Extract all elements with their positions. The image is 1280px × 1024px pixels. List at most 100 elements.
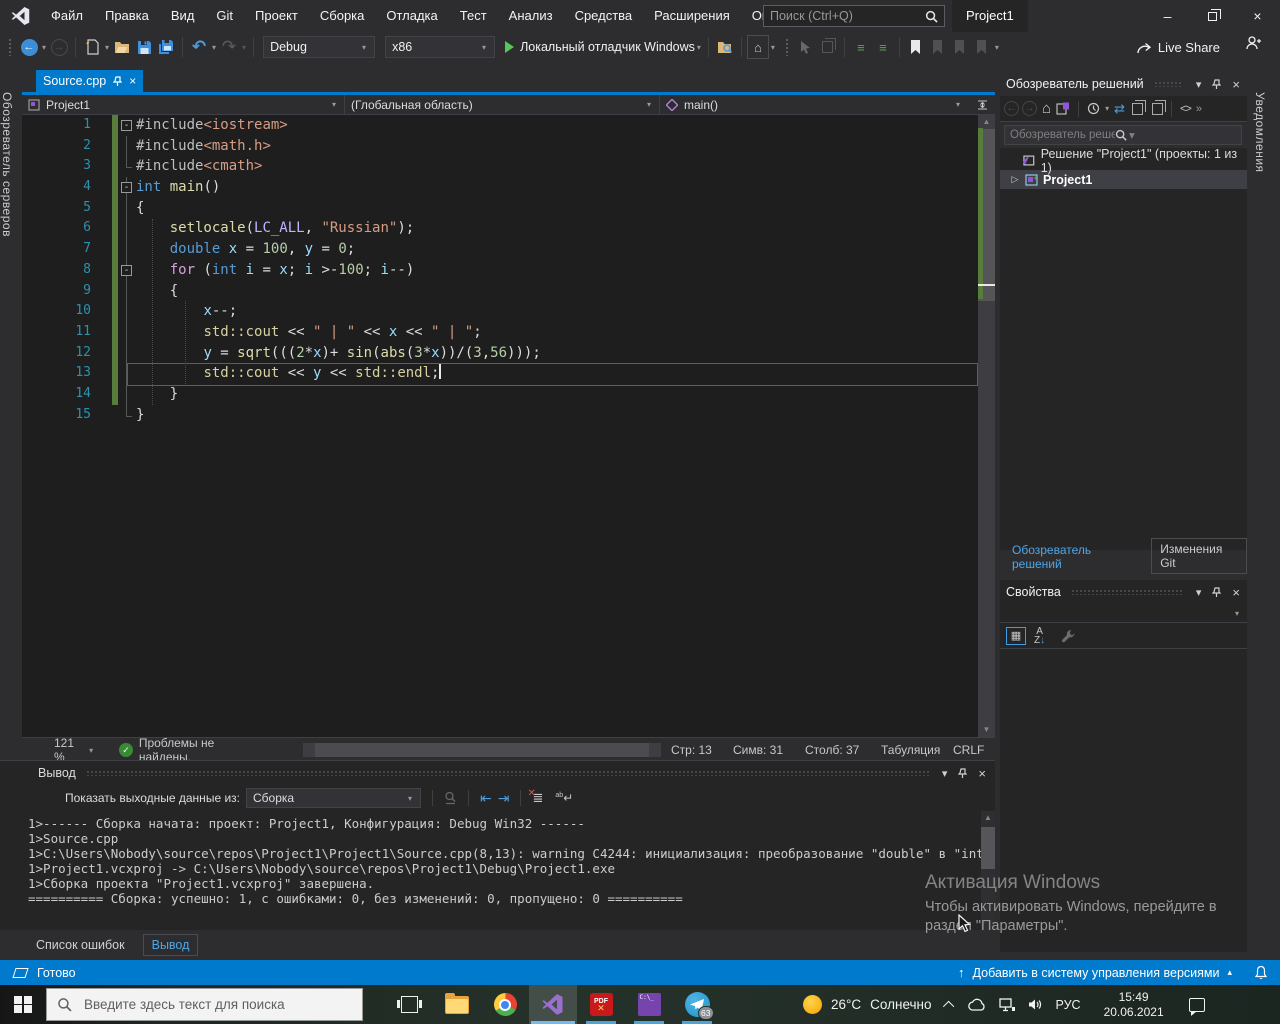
column-indicator[interactable]: Столб: 37: [805, 743, 881, 757]
code-line-13[interactable]: 13 std::cout << y << std::endl;: [22, 363, 995, 386]
code-line-15[interactable]: 15}: [22, 404, 995, 426]
properties-object-dropdown[interactable]: ▾: [1000, 604, 1247, 623]
code-line-11[interactable]: 11 std::cout << " | " << x << " | ";: [22, 321, 995, 343]
new-file-dropdown-icon[interactable]: ▾: [105, 43, 109, 52]
console-app-button[interactable]: [625, 985, 673, 1024]
notifications-bell-icon[interactable]: [1254, 965, 1268, 980]
weather-widget[interactable]: 26°C Солнечно: [803, 995, 932, 1014]
sync-with-active-document-icon[interactable]: ⇄: [1114, 101, 1125, 117]
refresh-icon[interactable]: [1131, 99, 1146, 115]
scroll-up-icon[interactable]: ▲: [978, 115, 995, 129]
menu-Проект[interactable]: Проект: [244, 0, 309, 32]
collapse-all-icon[interactable]: [1151, 99, 1166, 115]
start-button[interactable]: [0, 985, 46, 1024]
editor-horizontal-scrollbar[interactable]: [302, 743, 661, 757]
filter-dropdown-icon[interactable]: ▾: [1105, 104, 1109, 113]
tab-git-changes[interactable]: Изменения Git: [1151, 538, 1247, 574]
language-indicator[interactable]: РУС: [1056, 998, 1081, 1012]
action-center-icon[interactable]: [1188, 997, 1205, 1016]
save-button[interactable]: [133, 35, 155, 59]
menu-Анализ[interactable]: Анализ: [498, 0, 564, 32]
tabs-indicator[interactable]: Табуляция: [881, 743, 953, 757]
code-line-3[interactable]: 3 #include<cmath>: [22, 156, 995, 178]
pdf-xchange-button[interactable]: PDF ✕: [577, 985, 625, 1024]
show-all-files-icon[interactable]: <>: [1180, 103, 1192, 115]
background-tasks-icon[interactable]: [12, 967, 29, 978]
code-line-10[interactable]: 10 x--;: [22, 301, 995, 322]
code-line-1[interactable]: 1 - #include<iostream>: [22, 115, 995, 136]
nav-project-dropdown[interactable]: Project1 ▾: [22, 95, 345, 114]
fold-margin[interactable]: -: [118, 259, 136, 281]
quick-search-box[interactable]: Поиск (Ctrl+Q): [763, 5, 945, 27]
code-line-2[interactable]: 2 #include<math.h>: [22, 135, 995, 157]
taskbar-search-box[interactable]: Введите здесь текст для поиска: [46, 988, 363, 1021]
word-wrap-icon[interactable]: ab↵: [555, 791, 573, 805]
pending-changes-filter-icon[interactable]: [1087, 102, 1100, 115]
code-line-4[interactable]: 4 - int main(): [22, 177, 995, 198]
debug-target-dropdown-icon[interactable]: ▾: [697, 43, 701, 52]
menu-Git[interactable]: Git: [205, 0, 244, 32]
solution-platforms-dropdown[interactable]: x86 ▾: [385, 36, 496, 58]
close-tab-icon[interactable]: ×: [129, 74, 136, 88]
previous-message-icon[interactable]: ⇤: [480, 790, 492, 807]
menu-Файл[interactable]: Файл: [40, 0, 94, 32]
network-icon[interactable]: [998, 997, 1015, 1012]
tab-output[interactable]: Вывод: [142, 934, 199, 956]
menu-Вид[interactable]: Вид: [160, 0, 206, 32]
add-to-source-control-button[interactable]: Добавить в систему управления версиями: [973, 966, 1220, 980]
close-panel-icon[interactable]: ×: [1229, 585, 1243, 600]
save-all-button[interactable]: [155, 35, 177, 59]
file-explorer-button[interactable]: [433, 985, 481, 1024]
output-source-dropdown[interactable]: Сборка ▾: [245, 788, 421, 808]
collapse-icon[interactable]: -: [121, 120, 132, 131]
undo-button[interactable]: ↶: [188, 35, 210, 59]
volume-icon[interactable]: [1028, 998, 1043, 1011]
eol-indicator[interactable]: CRLF: [953, 743, 995, 757]
se-back-button[interactable]: ←: [1004, 101, 1019, 116]
clear-bookmarks-button[interactable]: [971, 35, 993, 59]
decrease-indent-button[interactable]: ≡: [850, 35, 872, 59]
back-dropdown-icon[interactable]: ▾: [42, 43, 46, 52]
split-editor-icon[interactable]: [976, 98, 989, 112]
code-editor[interactable]: 1- #include<iostream> 2 #include<math.h> 3 #i…: [22, 115, 995, 737]
scm-dropdown-icon[interactable]: ▴: [1227, 967, 1232, 978]
close-panel-icon[interactable]: ×: [1229, 77, 1243, 92]
search-options-dropdown-icon[interactable]: ▾: [1129, 128, 1234, 142]
collapse-icon[interactable]: -: [121, 264, 132, 276]
bookmark-overflow-icon[interactable]: ▾: [995, 43, 999, 52]
code-line-8[interactable]: 8 - for (int i = x; i >-100; i--): [22, 259, 995, 281]
navigate-back-button[interactable]: ←: [18, 35, 40, 59]
telegram-button[interactable]: 63: [673, 985, 721, 1024]
home-dropdown-icon[interactable]: ▾: [771, 43, 775, 52]
visual-studio-taskbar-button[interactable]: [529, 985, 577, 1024]
solution-configurations-dropdown[interactable]: Debug ▾: [263, 36, 376, 58]
char-indicator[interactable]: Симв: 31: [733, 743, 805, 757]
navigate-forward-button[interactable]: →: [48, 35, 70, 59]
live-share-button[interactable]: Live Share: [1136, 32, 1220, 62]
switch-views-icon[interactable]: [1056, 102, 1070, 115]
menu-Средства[interactable]: Средства: [564, 0, 644, 32]
categorized-view-button[interactable]: ▦: [1006, 626, 1026, 645]
code-line-6[interactable]: 6 setlocale(LC_ALL, "Russian");: [22, 218, 995, 240]
increase-indent-button[interactable]: ≡: [872, 35, 894, 59]
minimize-button[interactable]: –: [1145, 0, 1190, 32]
pin-icon[interactable]: [1212, 586, 1222, 598]
redo-button[interactable]: ↷: [218, 35, 240, 59]
line-indicator[interactable]: Стр: 13: [671, 743, 733, 757]
restore-button[interactable]: [1190, 0, 1235, 32]
nav-member-dropdown[interactable]: main() ▾: [660, 95, 995, 114]
menu-Отладка[interactable]: Отладка: [375, 0, 448, 32]
close-panel-icon[interactable]: ×: [975, 766, 989, 781]
property-pages-wrench-icon[interactable]: [1061, 629, 1076, 643]
se-forward-button[interactable]: →: [1022, 101, 1037, 116]
show-hidden-icons-button[interactable]: [942, 1000, 954, 1012]
next-bookmark-button[interactable]: [949, 35, 971, 59]
scroll-up-icon[interactable]: ▲: [981, 811, 995, 825]
window-position-dropdown-icon[interactable]: ▾: [939, 767, 951, 780]
pin-icon[interactable]: [113, 75, 123, 87]
menu-Тест[interactable]: Тест: [449, 0, 498, 32]
pin-icon[interactable]: [1212, 78, 1222, 90]
find-message-icon[interactable]: [444, 791, 457, 805]
undo-dropdown-icon[interactable]: ▾: [212, 43, 216, 52]
code-line-5[interactable]: 5{: [22, 197, 995, 219]
